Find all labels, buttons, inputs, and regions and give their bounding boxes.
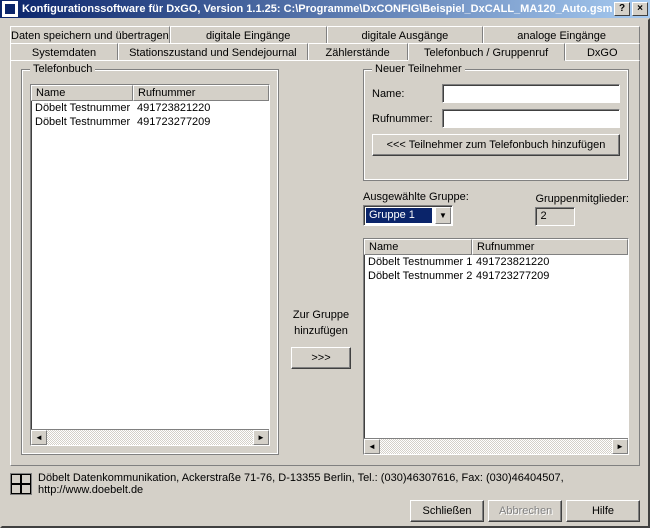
phonebook-header: Name Rufnummer [31,85,269,101]
window-title: Konfigurationssoftware für DxGO, Version… [22,3,612,15]
number-label: Rufnummer: [372,113,436,125]
group-col-name[interactable]: Name [364,239,472,255]
mid-column: Zur Gruppe hinzufügen >>> [287,69,355,455]
scroll-left-icon[interactable]: ◄ [31,430,47,445]
tab-dxgo[interactable]: DxGO [565,43,640,61]
client-area: Daten speichern und übertragen digitale … [0,18,650,528]
list-item[interactable]: Döbelt Testnummer 1 491723821220 [31,101,269,115]
list-item[interactable]: Döbelt Testnummer 2 491723277209 [31,115,269,129]
cancel-button: Abbrechen [488,500,562,522]
phonebook-list[interactable]: Name Rufnummer Döbelt Testnummer 1 49172… [30,84,270,446]
footer: Döbelt Datenkommunikation, Ackerstraße 7… [10,472,640,496]
help-button[interactable]: ? [614,2,630,16]
tab-systemdata[interactable]: Systemdaten [10,43,118,61]
chevron-down-icon[interactable]: ▼ [435,207,451,224]
add-to-group-button[interactable]: >>> [291,347,351,369]
footer-buttons: Schließen Abbrechen Hilfe [410,500,640,522]
close-window-button[interactable]: × [632,2,648,16]
tabs-row-2: Systemdaten Stationszustand und Sendejou… [10,43,640,61]
new-member-group: Neuer Teilnehmer Name: Rufnummer: <<< Te… [363,69,629,181]
tab-save-transfer[interactable]: Daten speichern und übertragen [10,26,170,44]
number-field[interactable] [442,109,620,128]
tab-panel: Telefonbuch Name Rufnummer Döbelt Testnu… [10,60,640,466]
members-count-value: 2 [535,207,575,226]
tab-counters[interactable]: Zählerstände [308,43,408,61]
phonebook-body[interactable]: Döbelt Testnummer 1 491723821220 Döbelt … [31,101,269,429]
phonebook-legend: Telefonbuch [30,63,95,75]
phonebook-col-name[interactable]: Name [31,85,133,101]
tab-analog-inputs[interactable]: analoge Eingänge [483,26,640,44]
group-list-header: Name Rufnummer [364,239,628,255]
selected-group-label: Ausgewählte Gruppe: [363,191,469,203]
scroll-left-icon[interactable]: ◄ [364,439,380,454]
group-col-number[interactable]: Rufnummer [472,239,628,255]
phonebook-hscroll[interactable]: ◄ ► [31,429,269,445]
add-to-group-label-1: Zur Gruppe [293,309,349,321]
list-item[interactable]: Döbelt Testnummer 1 491723821220 [364,255,628,269]
tabs-row-1: Daten speichern und übertragen digitale … [10,26,640,44]
name-field[interactable] [442,84,620,103]
close-button[interactable]: Schließen [410,500,484,522]
add-member-button[interactable]: <<< Teilnehmer zum Telefonbuch hinzufüge… [372,134,620,156]
name-label: Name: [372,88,436,100]
add-to-group-label-2: hinzufügen [294,325,348,337]
scroll-right-icon[interactable]: ► [253,430,269,445]
tab-phonebook-group[interactable]: Telefonbuch / Gruppenruf [408,43,565,61]
right-column: Neuer Teilnehmer Name: Rufnummer: <<< Te… [363,69,629,455]
list-item[interactable]: Döbelt Testnummer 2 491723277209 [364,269,628,283]
group-combo[interactable]: Gruppe 1 ▼ [363,205,453,226]
group-combo-value: Gruppe 1 [366,208,432,223]
phonebook-group: Telefonbuch Name Rufnummer Döbelt Testnu… [21,69,279,455]
company-logo-icon [10,473,32,495]
tab-station-journal[interactable]: Stationszustand und Sendejournal [118,43,308,61]
tab-digital-inputs[interactable]: digitale Eingänge [170,26,327,44]
title-bar: Konfigurationssoftware für DxGO, Version… [0,0,650,18]
group-hscroll[interactable]: ◄ ► [364,438,628,454]
group-selector-row: Ausgewählte Gruppe: Gruppe 1 ▼ Gruppenmi… [363,191,629,226]
scroll-right-icon[interactable]: ► [612,439,628,454]
new-member-legend: Neuer Teilnehmer [372,63,465,75]
group-members-list[interactable]: Name Rufnummer Döbelt Testnummer 1 49172… [363,238,629,455]
group-list-body[interactable]: Döbelt Testnummer 1 491723821220 Döbelt … [364,255,628,438]
tab-digital-outputs[interactable]: digitale Ausgänge [327,26,484,44]
members-count-label: Gruppenmitglieder: [535,193,629,205]
footer-text: Döbelt Datenkommunikation, Ackerstraße 7… [38,472,640,496]
phonebook-col-number[interactable]: Rufnummer [133,85,269,101]
help-button[interactable]: Hilfe [566,500,640,522]
app-icon [2,1,18,17]
